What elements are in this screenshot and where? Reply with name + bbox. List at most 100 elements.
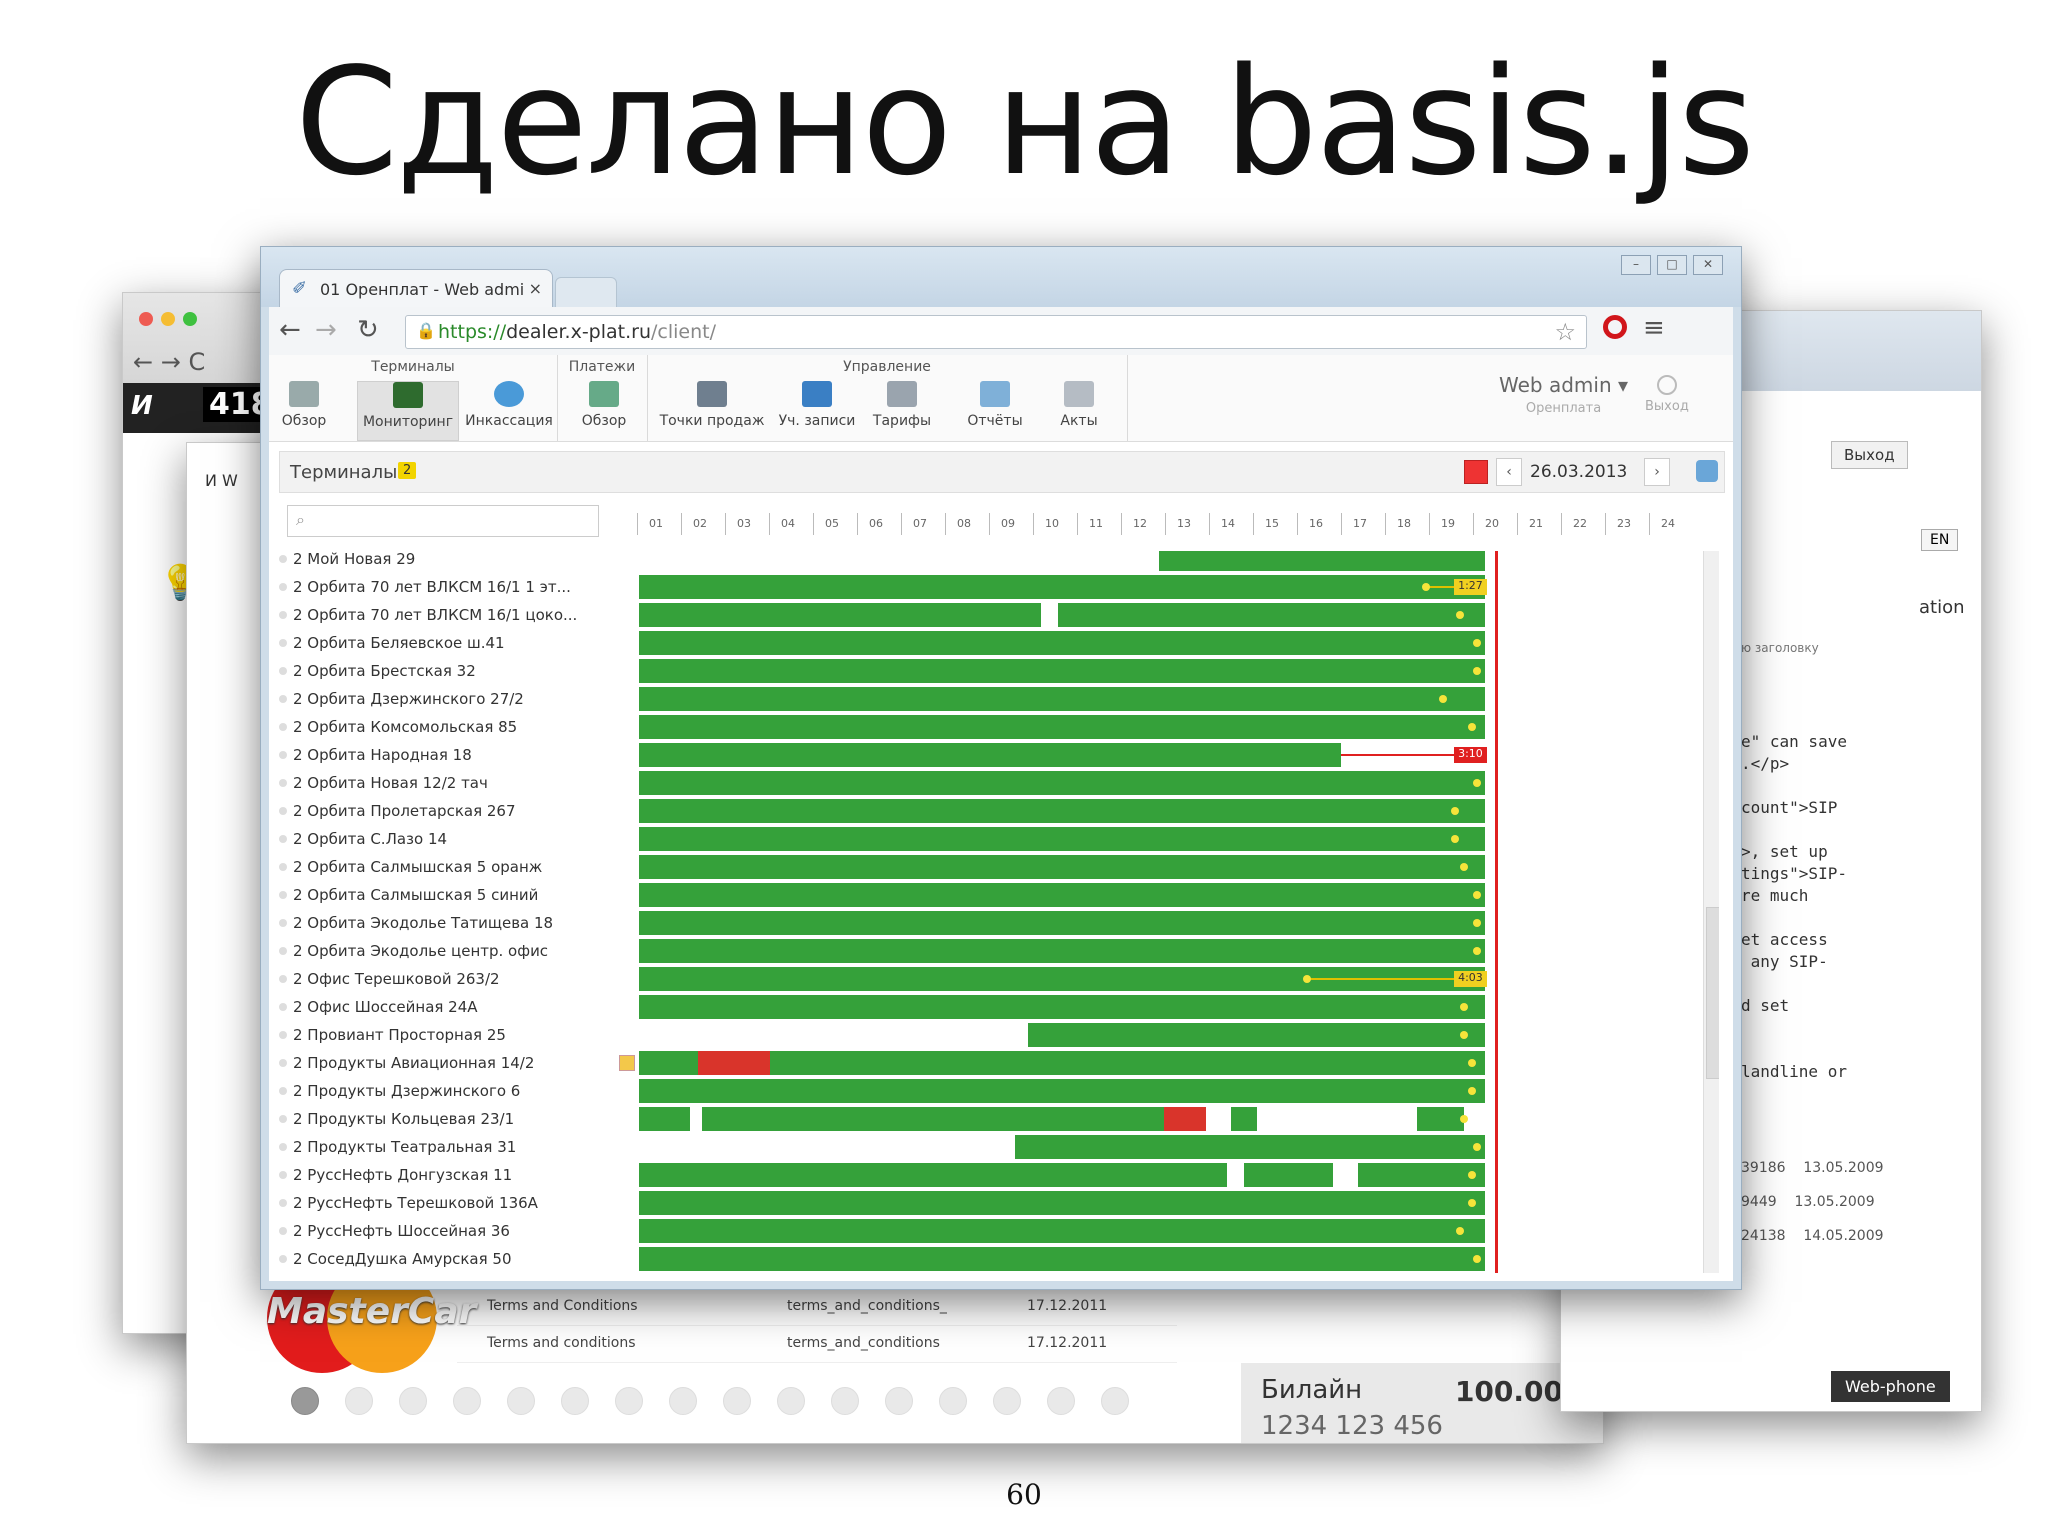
terminal-row[interactable]: 2 РуссНефть Терешковой 136А: [279, 1189, 1719, 1217]
ribbon-button-reports[interactable]: Отчёты: [955, 381, 1035, 439]
terminal-row[interactable]: 2 Провиант Просторная 25: [279, 1021, 1719, 1049]
error-segment[interactable]: [698, 1051, 771, 1075]
ribbon-button-tariffs[interactable]: Тарифы: [867, 381, 937, 439]
delay-tag[interactable]: 4:03: [1454, 971, 1487, 987]
delay-tag[interactable]: 1:27: [1454, 579, 1487, 595]
reload-icon[interactable]: ↻: [357, 315, 379, 345]
online-segment[interactable]: [1231, 1107, 1257, 1131]
address-bar[interactable]: 🔒 https://dealer.x-plat.ru/client/ ☆: [405, 315, 1587, 349]
opera-icon[interactable]: [1603, 315, 1627, 339]
terminal-row[interactable]: 2 СоседДушка Амурская 50: [279, 1245, 1719, 1273]
last-activity-marker[interactable]: [1455, 1227, 1464, 1235]
terminal-row[interactable]: 2 Орбита Салмышская 5 оранж: [279, 853, 1719, 881]
back-icon[interactable]: ←: [279, 315, 301, 345]
terminal-row[interactable]: 2 Орбита 70 лет ВЛКСМ 16/1 1 эт... 1:27: [279, 573, 1719, 601]
last-activity-marker[interactable]: [1472, 1143, 1481, 1151]
online-segment[interactable]: [1159, 551, 1485, 571]
online-segment[interactable]: [1243, 1163, 1333, 1187]
forward-icon[interactable]: →: [315, 315, 337, 345]
last-activity-marker[interactable]: [1472, 919, 1481, 927]
webphone-button[interactable]: Web-phone: [1831, 1371, 1950, 1402]
prev-day-button[interactable]: ‹: [1496, 458, 1522, 486]
online-segment[interactable]: [1057, 603, 1485, 627]
exit-button[interactable]: Выход: [1831, 441, 1908, 469]
online-segment[interactable]: [639, 687, 1485, 711]
online-segment[interactable]: [639, 883, 1485, 907]
list-item[interactable]: Terms and conditions terms_and_condition…: [457, 1326, 1177, 1363]
last-activity-marker[interactable]: [1421, 583, 1430, 591]
last-activity-marker[interactable]: [1472, 1255, 1481, 1263]
list-item[interactable]: Terms and Conditions terms_and_condition…: [457, 1289, 1177, 1326]
terminal-row[interactable]: 2 Орбита 70 лет ВЛКСМ 16/1 цоко...: [279, 601, 1719, 629]
online-segment[interactable]: [639, 827, 1485, 851]
online-segment[interactable]: [639, 575, 1485, 599]
terminal-row[interactable]: 2 Офис Терешковой 263/2 4:03: [279, 965, 1719, 993]
terminal-row[interactable]: 2 Продукты Авиационная 14/2: [279, 1049, 1719, 1077]
delay-tag[interactable]: 3:10: [1454, 747, 1487, 763]
online-segment[interactable]: [639, 1219, 1485, 1243]
next-day-button[interactable]: ›: [1644, 458, 1670, 486]
refresh-icon[interactable]: [1696, 460, 1718, 482]
user-name[interactable]: Web admin ▾: [1499, 373, 1628, 397]
terminal-row[interactable]: 2 Орбита Салмышская 5 синий: [279, 881, 1719, 909]
minimize-icon[interactable]: –: [1621, 255, 1651, 275]
online-segment[interactable]: [702, 1107, 1164, 1131]
online-segment[interactable]: [1028, 1023, 1485, 1047]
nav-buttons[interactable]: ← → C: [133, 348, 205, 376]
close-icon[interactable]: ×: [529, 279, 542, 298]
terminal-row[interactable]: 2 Продукты Театральная 31: [279, 1133, 1719, 1161]
online-segment[interactable]: [639, 659, 1485, 683]
last-activity-marker[interactable]: [1472, 891, 1481, 899]
last-activity-marker[interactable]: [1472, 667, 1481, 675]
tab-fragment[interactable]: И W: [205, 471, 238, 490]
logout-button[interactable]: Выход: [1645, 375, 1689, 414]
online-segment[interactable]: [639, 1163, 1227, 1187]
user-menu[interactable]: Web admin ▾ Оренплата: [1499, 373, 1628, 416]
ribbon-button-accounts[interactable]: Уч. записи: [777, 381, 857, 439]
terminal-row[interactable]: 2 Мой Новая 29: [279, 551, 1719, 573]
ribbon-button-overview[interactable]: Обзор: [273, 381, 335, 439]
terminal-row[interactable]: 2 Орбита Экодолье центр. офис: [279, 937, 1719, 965]
last-activity-marker[interactable]: [1438, 695, 1447, 703]
last-activity-marker[interactable]: [1455, 611, 1464, 619]
search-input[interactable]: [318, 510, 592, 532]
terminal-row[interactable]: 2 Продукты Кольцевая 23/1: [279, 1105, 1719, 1133]
ribbon-button-payments-overview[interactable]: Обзор: [569, 381, 639, 439]
online-segment[interactable]: [1417, 1107, 1464, 1131]
online-segment[interactable]: [639, 855, 1485, 879]
online-segment[interactable]: [639, 939, 1485, 963]
carousel-pager[interactable]: [291, 1387, 1155, 1419]
maximize-dot-icon[interactable]: [183, 312, 197, 326]
last-activity-marker[interactable]: [1472, 779, 1481, 787]
online-segment[interactable]: [639, 911, 1485, 935]
online-segment[interactable]: [639, 1051, 699, 1075]
online-segment[interactable]: [639, 631, 1485, 655]
terminal-row[interactable]: 2 Орбита Комсомольская 85: [279, 713, 1719, 741]
online-segment[interactable]: [770, 1051, 1485, 1075]
note-icon[interactable]: [619, 1055, 635, 1071]
online-segment[interactable]: [639, 743, 1342, 767]
last-activity-marker[interactable]: [1459, 1003, 1468, 1011]
terminal-row[interactable]: 2 Орбита С.Лазо 14: [279, 825, 1719, 853]
search-field[interactable]: ⌕: [287, 505, 599, 537]
online-segment[interactable]: [639, 603, 1041, 627]
last-activity-marker[interactable]: [1472, 947, 1481, 955]
close-icon[interactable]: ✕: [1693, 255, 1723, 275]
terminal-row[interactable]: 2 РуссНефть Шоссейная 36: [279, 1217, 1719, 1245]
online-segment[interactable]: [639, 995, 1485, 1019]
language-select[interactable]: EN: [1921, 529, 1959, 551]
new-tab-button[interactable]: [555, 277, 617, 309]
online-segment[interactable]: [1358, 1163, 1485, 1187]
terminal-row[interactable]: 2 Продукты Дзержинского 6: [279, 1077, 1719, 1105]
terminal-row[interactable]: 2 Орбита Беляевское ш.41: [279, 629, 1719, 657]
terminal-row[interactable]: 2 Орбита Новая 12/2 тач: [279, 769, 1719, 797]
terminal-row[interactable]: 2 Орбита Дзержинского 27/2: [279, 685, 1719, 713]
online-segment[interactable]: [639, 1247, 1485, 1271]
terminal-row[interactable]: 2 РуссНефть Донгузская 11: [279, 1161, 1719, 1189]
online-segment[interactable]: [639, 1079, 1485, 1103]
online-segment[interactable]: [1015, 1135, 1485, 1159]
last-activity-marker[interactable]: [1472, 639, 1481, 647]
last-activity-marker[interactable]: [1459, 1031, 1468, 1039]
last-activity-marker[interactable]: [1459, 863, 1468, 871]
terminal-row[interactable]: 2 Орбита Экодолье Татищева 18: [279, 909, 1719, 937]
